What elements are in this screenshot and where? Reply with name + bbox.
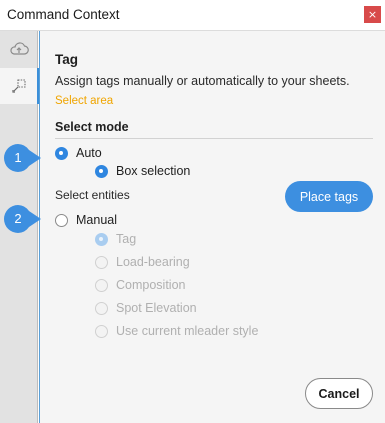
radio-indicator bbox=[95, 255, 108, 269]
auto-radio[interactable]: Auto bbox=[55, 146, 102, 160]
manual-option-label: Load-bearing bbox=[116, 255, 190, 269]
manual-radio[interactable]: Manual bbox=[55, 213, 117, 227]
command-panel: Tag Assign tags manually or automaticall… bbox=[39, 31, 385, 423]
manual-option-spot-elevation[interactable]: Spot Elevation bbox=[95, 301, 197, 315]
tag-select-icon bbox=[11, 79, 26, 93]
box-selection-label: Box selection bbox=[116, 164, 191, 178]
radio-indicator bbox=[95, 164, 108, 178]
manual-option-tag[interactable]: Tag bbox=[95, 232, 136, 246]
panel-heading: Tag bbox=[55, 52, 78, 67]
title-bar: Command Context × bbox=[0, 0, 385, 31]
cloud-upload-icon bbox=[10, 42, 29, 55]
manual-option-load-bearing[interactable]: Load-bearing bbox=[95, 255, 190, 269]
tag-select-button[interactable] bbox=[0, 68, 39, 104]
callout-number: 1 bbox=[14, 150, 22, 165]
radio-indicator bbox=[95, 232, 108, 246]
place-tags-button[interactable]: Place tags bbox=[285, 181, 373, 212]
manual-option-composition[interactable]: Composition bbox=[95, 278, 185, 292]
manual-option-mleader-style[interactable]: Use current mleader style bbox=[95, 324, 258, 338]
window-title: Command Context bbox=[7, 7, 120, 22]
manual-option-label: Composition bbox=[116, 278, 186, 292]
box-selection-radio[interactable]: Box selection bbox=[95, 164, 190, 178]
manual-label: Manual bbox=[76, 213, 117, 227]
auto-label: Auto bbox=[76, 146, 102, 160]
select-entities-label: Select entities bbox=[55, 188, 130, 202]
manual-option-label: Spot Elevation bbox=[116, 301, 197, 315]
cancel-button[interactable]: Cancel bbox=[305, 378, 373, 409]
divider bbox=[55, 138, 373, 139]
callout-1: 1 bbox=[3, 143, 41, 173]
radio-indicator bbox=[95, 324, 108, 338]
radio-indicator bbox=[95, 278, 108, 292]
select-mode-label: Select mode bbox=[55, 120, 129, 134]
close-button[interactable]: × bbox=[364, 6, 381, 23]
manual-option-label: Use current mleader style bbox=[116, 324, 259, 338]
radio-indicator bbox=[95, 301, 108, 315]
panel-description: Assign tags manually or automatically to… bbox=[55, 74, 350, 88]
select-area-link[interactable]: Select area bbox=[55, 95, 113, 107]
cloud-upload-button[interactable] bbox=[0, 31, 38, 67]
callout-2: 2 bbox=[3, 204, 41, 234]
radio-indicator bbox=[55, 146, 68, 160]
manual-option-label: Tag bbox=[116, 232, 137, 246]
callout-number: 2 bbox=[14, 211, 22, 226]
radio-indicator bbox=[55, 213, 68, 227]
